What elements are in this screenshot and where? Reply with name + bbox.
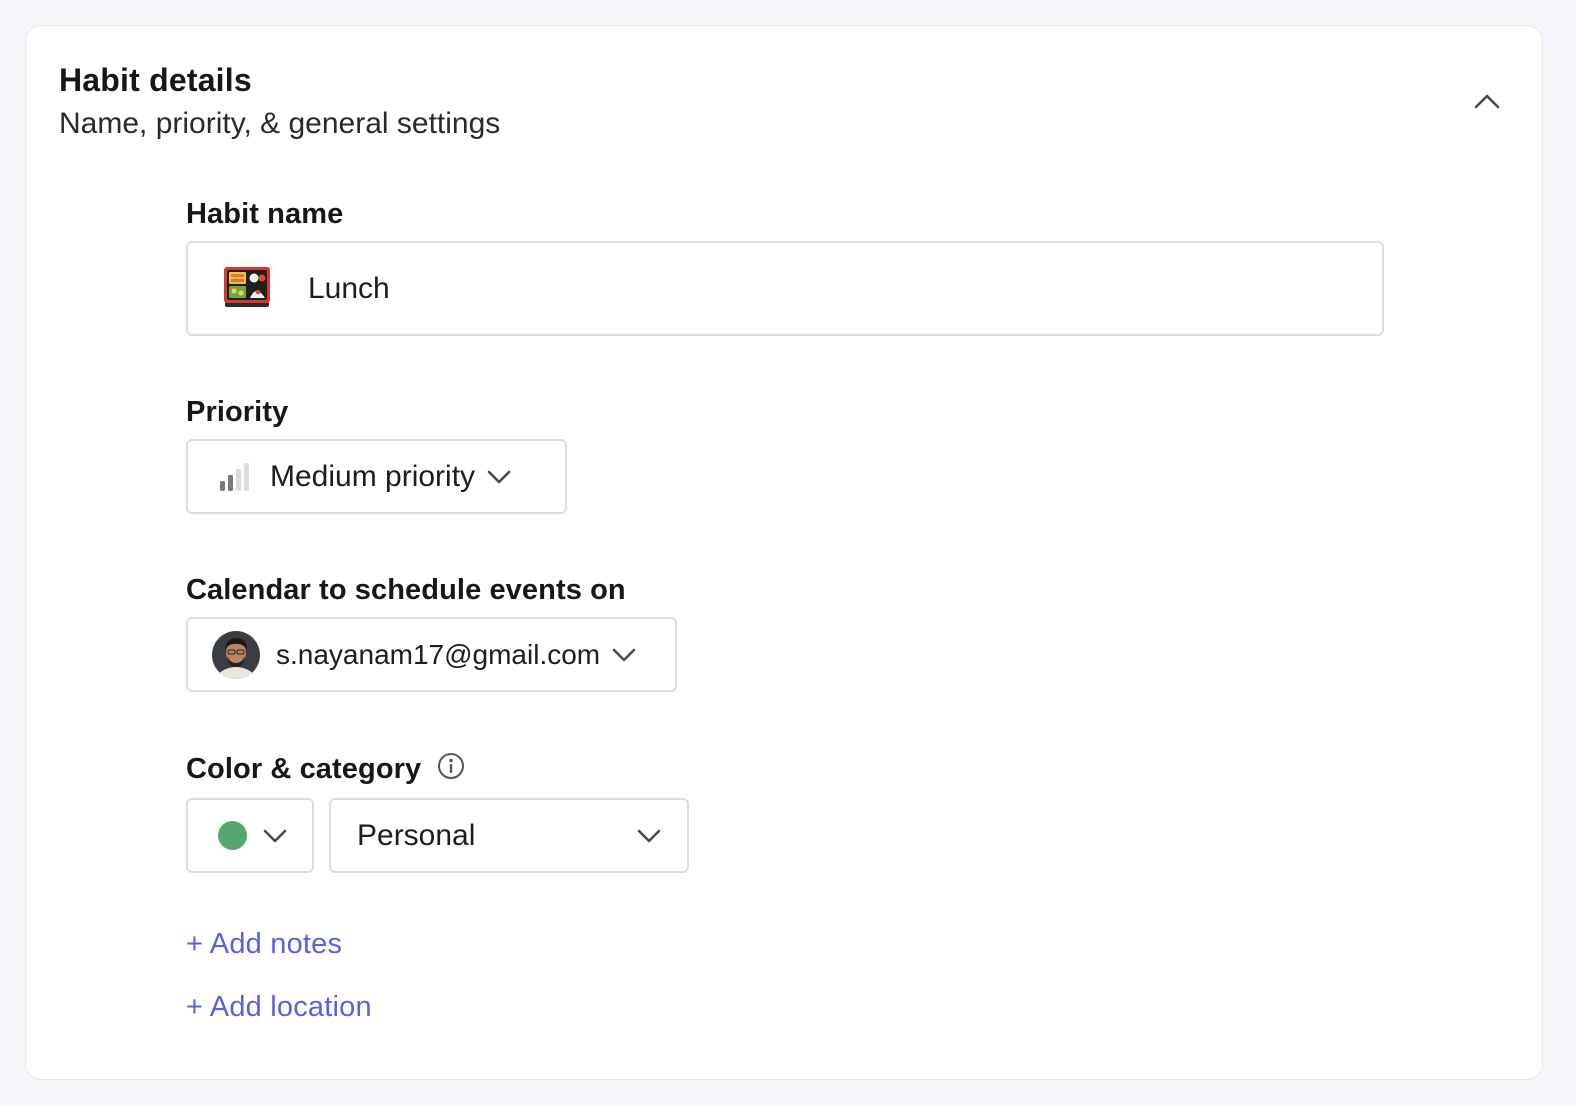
color-swatch — [218, 821, 247, 850]
chevron-down-icon — [263, 829, 287, 843]
color-category-label-text: Color & category — [186, 753, 422, 785]
color-category-label: Color & category — [186, 751, 465, 787]
user-avatar — [212, 630, 260, 679]
priority-value: Medium priority — [270, 459, 476, 493]
chevron-down-icon — [612, 648, 636, 662]
category-value: Personal — [357, 818, 476, 852]
habit-details-card: Habit details Name, priority, & general … — [25, 25, 1543, 1080]
chevron-up-icon — [1474, 93, 1500, 114]
info-icon[interactable] — [437, 752, 465, 780]
section-title: Habit details — [59, 62, 252, 98]
card-header: Habit details Name, priority, & general … — [59, 60, 500, 144]
habit-name-value: Lunch — [308, 271, 390, 305]
habit-name-label: Habit name — [186, 198, 344, 230]
add-notes-link[interactable]: + Add notes — [186, 926, 342, 962]
calendar-label: Calendar to schedule events on — [186, 574, 626, 606]
bento-box-icon[interactable] — [222, 263, 272, 314]
priority-dropdown[interactable]: Medium priority — [186, 439, 567, 514]
calendar-dropdown[interactable]: s.nayanam17@gmail.com — [186, 617, 677, 692]
priority-label: Priority — [186, 396, 289, 428]
chevron-down-icon — [637, 829, 661, 843]
collapse-button[interactable] — [1468, 84, 1506, 122]
signal-bars-icon — [218, 462, 250, 492]
color-dropdown[interactable] — [186, 798, 314, 873]
chevron-down-icon — [487, 470, 511, 484]
habit-name-input[interactable]: Lunch — [186, 241, 1384, 336]
section-subtitle: Name, priority, & general settings — [59, 107, 501, 140]
category-dropdown[interactable]: Personal — [329, 798, 689, 873]
calendar-value: s.nayanam17@gmail.com — [276, 638, 601, 670]
add-location-link[interactable]: + Add location — [186, 989, 372, 1025]
